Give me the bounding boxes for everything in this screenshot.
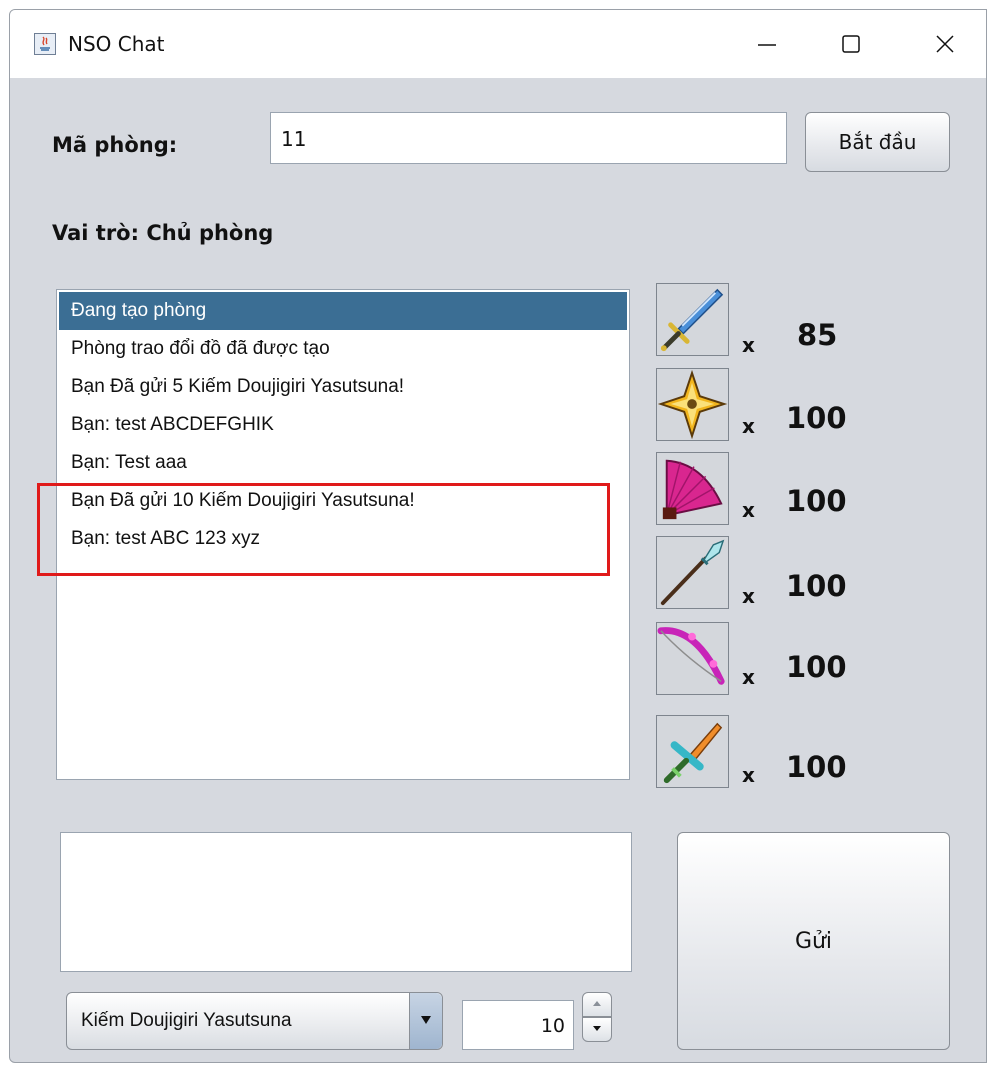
chat-log-list[interactable]: Đang tạo phòng Phòng trao đổi đồ đã được…: [56, 289, 630, 780]
qty-x: x: [742, 665, 755, 689]
qty-value: 100: [786, 650, 847, 684]
inventory-slot-shuriken[interactable]: [656, 368, 729, 441]
arrow-up-icon: [593, 1001, 601, 1006]
qty-x: x: [742, 333, 755, 357]
bow-icon: [657, 627, 725, 685]
room-code-label: Mã phòng:: [52, 133, 178, 157]
arrow-down-icon: [593, 1026, 601, 1031]
app-window: NSO Chat Mã phòng: 11 Bắt đầu Vai trò: C…: [9, 9, 987, 1063]
qty-x: x: [742, 584, 755, 608]
sword-icon: [660, 288, 724, 352]
maximize-icon: [842, 35, 860, 53]
log-item[interactable]: Bạn: test ABCDEFGHIK: [59, 406, 627, 444]
qty-value: 100: [786, 484, 847, 518]
item-select[interactable]: Kiếm Doujigiri Yasutsuna: [66, 992, 443, 1050]
maximize-button[interactable]: [816, 24, 886, 64]
inventory-slot-bow[interactable]: [656, 622, 729, 695]
qty-value: 85: [797, 318, 838, 352]
quantity-field[interactable]: 10: [462, 1000, 574, 1050]
qty-x: x: [742, 414, 755, 438]
shuriken-icon: [657, 369, 728, 440]
dagger-icon: [663, 722, 723, 784]
log-item[interactable]: Bạn Đã gửi 5 Kiếm Doujigiri Yasutsuna!: [59, 368, 627, 406]
qty-x: x: [742, 498, 755, 522]
log-item[interactable]: Bạn: Test aaa: [59, 444, 627, 482]
qty-x: x: [742, 763, 755, 787]
spear-icon: [660, 539, 725, 606]
qty-value: 100: [786, 750, 847, 784]
item-select-arrow[interactable]: [409, 993, 442, 1049]
window-title: NSO Chat: [68, 32, 165, 56]
minimize-button[interactable]: [732, 24, 802, 64]
minimize-icon: [758, 44, 776, 46]
quantity-increment-button[interactable]: [582, 992, 612, 1017]
log-item[interactable]: Bạn: test ABC 123 xyz: [59, 520, 627, 558]
message-input[interactable]: [60, 832, 632, 972]
role-label: Vai trò: Chủ phòng: [52, 221, 274, 245]
close-icon: [936, 35, 954, 53]
java-app-icon: [34, 33, 56, 55]
log-item[interactable]: Bạn Đã gửi 10 Kiếm Doujigiri Yasutsuna!: [59, 482, 627, 520]
inventory-slot-fan[interactable]: [656, 452, 729, 525]
quantity-decrement-button[interactable]: [582, 1017, 612, 1042]
chevron-down-icon: [421, 1016, 431, 1024]
inventory-slot-sword[interactable]: [656, 283, 729, 356]
inventory-slot-spear[interactable]: [656, 536, 729, 609]
qty-value: 100: [786, 569, 847, 603]
inventory-slot-dagger[interactable]: [656, 715, 729, 788]
close-button[interactable]: [910, 24, 980, 64]
log-item[interactable]: Đang tạo phòng: [59, 292, 627, 330]
qty-value: 100: [786, 401, 847, 435]
start-button[interactable]: Bắt đầu: [805, 112, 950, 172]
title-bar: NSO Chat: [10, 10, 986, 78]
room-code-input[interactable]: 11: [270, 112, 787, 164]
log-item[interactable]: Phòng trao đổi đồ đã được tạo: [59, 330, 627, 368]
fan-icon: [662, 459, 723, 520]
item-select-value: Kiếm Doujigiri Yasutsuna: [81, 1010, 292, 1031]
send-button[interactable]: Gửi: [677, 832, 950, 1050]
